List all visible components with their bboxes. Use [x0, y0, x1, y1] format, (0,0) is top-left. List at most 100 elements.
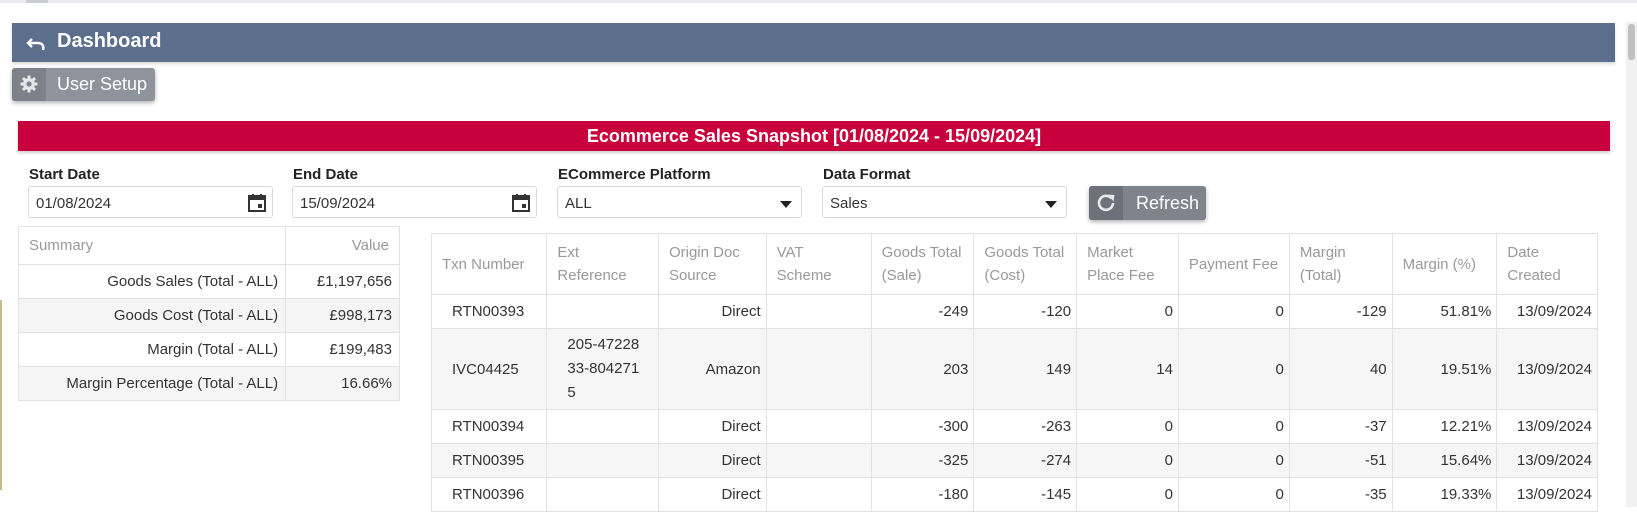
data-format-select[interactable]: Sales: [822, 186, 1067, 218]
payment-fee-cell: 0: [1177, 328, 1290, 410]
summary-label: Goods Sales (Total - ALL): [17, 264, 287, 299]
column-header-date-created[interactable]: Date Created: [1496, 233, 1598, 295]
gear-icon-wrap: [12, 68, 46, 101]
payment-fee-cell: 0: [1177, 443, 1290, 478]
user-setup-button[interactable]: User Setup: [12, 68, 155, 101]
goods-total-sale-cell: 203: [870, 328, 975, 410]
summary-label: Goods Cost (Total - ALL): [17, 298, 287, 333]
margin-total-cell: -129: [1288, 294, 1393, 329]
margin-total-cell: -51: [1288, 443, 1393, 478]
column-header-market-place-fee[interactable]: Market Place Fee: [1076, 233, 1179, 295]
origin-doc-source-cell: Direct: [657, 443, 767, 478]
margin-percent-cell: 12.21%: [1391, 409, 1498, 444]
column-header-goods-total-cost[interactable]: Goods Total (Cost): [973, 233, 1078, 295]
column-header-txn-number[interactable]: Txn Number: [430, 233, 548, 295]
platform-select[interactable]: ALL: [557, 186, 802, 218]
table-row[interactable]: RTN00395 Direct -325 -274 0 0 -51 15.64%…: [430, 443, 1598, 478]
table-row[interactable]: RTN00393 Direct -249 -120 0 0 -129 51.81…: [430, 294, 1598, 329]
table-row[interactable]: RTN00396 Direct -180 -145 0 0 -35 19.33%…: [430, 477, 1598, 512]
refresh-label: Refresh: [1136, 193, 1200, 213]
page-title: Dashboard: [57, 30, 162, 52]
refresh-button[interactable]: Refresh: [1089, 186, 1206, 220]
ext-reference-cell: [546, 443, 659, 478]
ext-reference-cell: [546, 409, 659, 444]
vat-scheme-cell: [765, 409, 872, 444]
column-header-margin-percent[interactable]: Margin (%): [1391, 233, 1498, 295]
end-date-value: 15/09/2024: [300, 195, 376, 212]
goods-total-cost-cell: -263: [973, 409, 1078, 444]
summary-row: Goods Sales (Total - ALL) £1,197,656: [17, 264, 400, 299]
payment-fee-cell: 0: [1177, 477, 1290, 512]
origin-doc-source-cell: Direct: [657, 294, 767, 329]
goods-total-sale-cell: -249: [870, 294, 975, 329]
date-created-cell: 13/09/2024: [1496, 328, 1598, 410]
market-place-fee-cell: 14: [1076, 328, 1179, 410]
transactions-table: Txn Number Ext Reference Origin Doc Sour…: [430, 233, 1598, 512]
column-header-origin-doc-source[interactable]: Origin Doc Source: [657, 233, 767, 295]
summary-column-header: Summary: [17, 226, 287, 265]
dashboard-header: Dashboard: [12, 23, 1615, 62]
summary-row: Margin Percentage (Total - ALL) 16.66%: [17, 366, 400, 401]
table-row[interactable]: IVC04425 205-4722833-8042715 Amazon 203 …: [430, 328, 1598, 410]
gear-icon: [20, 75, 38, 93]
summary-value: £998,173: [285, 298, 400, 333]
margin-total-cell: -35: [1288, 477, 1393, 512]
date-created-cell: 13/09/2024: [1496, 477, 1598, 512]
margin-percent-cell: 15.64%: [1391, 443, 1498, 478]
txn-number-cell: RTN00396: [430, 477, 548, 512]
summary-value: 16.66%: [285, 366, 400, 401]
summary-table: Summary Value Goods Sales (Total - ALL) £…: [17, 226, 400, 401]
date-created-cell: 13/09/2024: [1496, 409, 1598, 444]
back-arrow-icon[interactable]: [26, 33, 48, 53]
market-place-fee-cell: 0: [1076, 294, 1179, 329]
column-header-ext-reference[interactable]: Ext Reference: [546, 233, 659, 295]
goods-total-sale-cell: -325: [870, 443, 975, 478]
sales-snapshot-banner: Ecommerce Sales Snapshot [01/08/2024 - 1…: [18, 121, 1610, 151]
summary-row: Goods Cost (Total - ALL) £998,173: [17, 298, 400, 333]
txn-number-cell: IVC04425: [430, 328, 548, 410]
payment-fee-cell: 0: [1177, 409, 1290, 444]
scrollbar-thumb[interactable]: [1628, 24, 1635, 60]
date-created-cell: 13/09/2024: [1496, 443, 1598, 478]
summary-row: Margin (Total - ALL) £199,483: [17, 332, 400, 367]
goods-total-cost-cell: -120: [973, 294, 1078, 329]
column-header-vat-scheme[interactable]: VAT Scheme: [765, 233, 872, 295]
goods-total-sale-cell: -180: [870, 477, 975, 512]
start-date-label: Start Date: [29, 166, 100, 183]
market-place-fee-cell: 0: [1076, 409, 1179, 444]
column-header-margin-total[interactable]: Margin (Total): [1288, 233, 1393, 295]
calendar-icon[interactable]: [247, 193, 267, 213]
txn-number-cell: RTN00394: [430, 409, 548, 444]
vertical-scrollbar[interactable]: [1626, 22, 1637, 507]
start-date-input[interactable]: 01/08/2024: [28, 186, 273, 218]
column-header-goods-total-sale[interactable]: Goods Total (Sale): [870, 233, 975, 295]
txn-number-cell: RTN00393: [430, 294, 548, 329]
origin-doc-source-cell: Direct: [657, 477, 767, 512]
chevron-down-icon: [1045, 201, 1057, 208]
market-place-fee-cell: 0: [1076, 477, 1179, 512]
column-header-payment-fee[interactable]: Payment Fee: [1177, 233, 1290, 295]
goods-total-cost-cell: -274: [973, 443, 1078, 478]
transactions-header-row: Txn Number Ext Reference Origin Doc Sour…: [430, 233, 1598, 295]
end-date-label: End Date: [293, 166, 359, 183]
calendar-icon[interactable]: [511, 193, 531, 213]
origin-doc-source-cell: Direct: [657, 409, 767, 444]
goods-total-cost-cell: -145: [973, 477, 1078, 512]
user-setup-label: User Setup: [57, 74, 148, 94]
summary-label: Margin (Total - ALL): [17, 332, 287, 367]
market-place-fee-cell: 0: [1076, 443, 1179, 478]
payment-fee-cell: 0: [1177, 294, 1290, 329]
margin-percent-cell: 51.81%: [1391, 294, 1498, 329]
platform-value: ALL: [565, 195, 592, 212]
refresh-icon: [1097, 194, 1115, 212]
goods-total-cost-cell: 149: [973, 328, 1078, 410]
summary-value: £199,483: [285, 332, 400, 367]
end-date-input[interactable]: 15/09/2024: [292, 186, 537, 218]
margin-percent-cell: 19.33%: [1391, 477, 1498, 512]
summary-label: Margin Percentage (Total - ALL): [17, 366, 287, 401]
ext-reference-cell: 205-4722833-8042715: [546, 328, 659, 410]
vat-scheme-cell: [765, 294, 872, 329]
platform-label: ECommerce Platform: [558, 166, 711, 183]
data-format-value: Sales: [830, 195, 868, 212]
table-row[interactable]: RTN00394 Direct -300 -263 0 0 -37 12.21%…: [430, 409, 1598, 444]
